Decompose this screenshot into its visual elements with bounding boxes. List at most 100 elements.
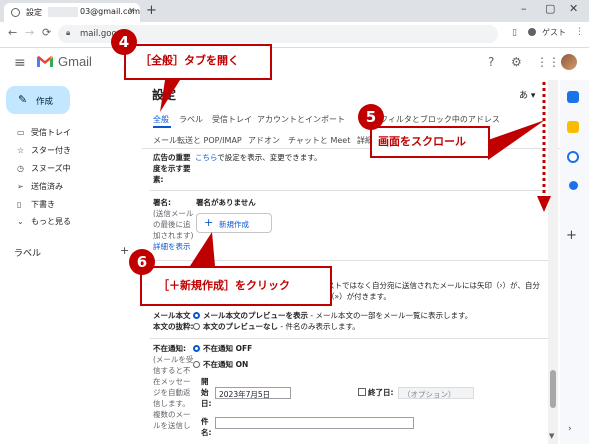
minimize-button[interactable]: –: [521, 2, 527, 15]
add-label-button[interactable]: +: [120, 244, 129, 257]
subject-input[interactable]: [215, 417, 414, 429]
snippet-off-option[interactable]: 本文のプレビューなし - 件名のみ表示します。: [193, 322, 360, 332]
nav-label: 送信済み: [31, 182, 63, 191]
start-date-label-3: 日:: [201, 399, 212, 408]
reload-button[interactable]: ⟳: [42, 26, 51, 39]
calendar-icon[interactable]: [567, 91, 579, 103]
kebab-menu-icon[interactable]: ⋮: [575, 27, 584, 37]
help-icon[interactable]: ?: [488, 55, 494, 69]
compose-button[interactable]: ✎ 作成: [6, 86, 70, 114]
nav-item-inbox[interactable]: ▭ 受信トレイ: [17, 127, 71, 138]
snippet-on-option[interactable]: メール本文のプレビューを表示 - メール本文の一部をメール一覧に表示します。: [193, 311, 472, 321]
vacation-desc-5: 信します。: [153, 399, 190, 408]
avatar[interactable]: [561, 54, 577, 70]
radio-selected-icon[interactable]: [193, 345, 200, 352]
tab-labels[interactable]: ラベル: [179, 114, 203, 125]
start-date-label-1: 開: [201, 377, 209, 386]
forward-button[interactable]: →: [25, 26, 34, 39]
vacation-desc-4: ジを自動返: [153, 388, 191, 397]
gmail-brand-text: Gmail: [58, 54, 92, 69]
scrollbar-thumb[interactable]: [550, 370, 556, 408]
importance-description: こちらで設定を表示、変更できます。: [195, 153, 322, 163]
labels-heading: ラベル: [14, 249, 42, 259]
send-icon: ➢: [17, 182, 24, 191]
vacation-desc-7: ルを送信し: [153, 421, 191, 430]
tab-chat-meet[interactable]: チャットと Meet: [288, 135, 350, 146]
compose-label: 作成: [36, 97, 54, 107]
start-date-input[interactable]: 2023年7月5日: [215, 387, 291, 399]
new-tab-button[interactable]: +: [146, 3, 157, 18]
close-window-button[interactable]: ✕: [569, 2, 578, 15]
tab-accounts[interactable]: アカウントとインポート: [257, 114, 345, 125]
get-addons-icon[interactable]: +: [566, 228, 577, 243]
step5-callout: 画面をスクロール: [370, 126, 490, 158]
contacts-icon[interactable]: [569, 181, 578, 190]
keep-icon[interactable]: [567, 121, 579, 133]
nav-item-more[interactable]: ⌄ もっと見る: [17, 216, 71, 227]
nav-label: もっと見る: [31, 217, 71, 226]
signature-details-link[interactable]: 詳細を表示: [153, 242, 191, 252]
signature-desc-2: の最後に追: [153, 220, 191, 229]
star-icon: ☆: [17, 146, 25, 155]
tab-inbox[interactable]: 受信トレイ: [212, 114, 252, 125]
step4-badge: 4: [111, 29, 137, 55]
input-tools-button[interactable]: あ ▾: [519, 88, 535, 101]
settings-gear-icon: [11, 8, 20, 17]
nav-label: 下書き: [31, 200, 55, 209]
radio-unselected-icon[interactable]: [193, 361, 200, 368]
end-date-input[interactable]: （オプション）: [398, 387, 474, 399]
end-date-placeholder: （オプション）: [403, 390, 456, 399]
vacation-on-option[interactable]: 不在通知 ON: [193, 360, 248, 370]
gmail-logo-icon: [37, 56, 53, 67]
browser-tab[interactable]: 設定 03@gmail.com ×: [4, 3, 140, 22]
vacation-on-label: 不在通知 ON: [203, 360, 249, 369]
tab-general[interactable]: 全般: [153, 114, 169, 125]
tab-filters[interactable]: フィルタとブロック中のアドレス: [380, 114, 500, 125]
new-signature-label: 新規作成: [219, 220, 249, 229]
side-panel-rail: [560, 80, 589, 444]
back-button[interactable]: ←: [8, 26, 17, 39]
guest-profile-label[interactable]: ゲスト: [542, 27, 566, 38]
tasks-icon[interactable]: [567, 151, 579, 163]
tab-title: 設定: [26, 8, 42, 17]
importance-label: 広告の重要: [153, 153, 191, 162]
radio-unselected-icon[interactable]: [193, 323, 200, 330]
subject-label-2: 名:: [201, 428, 212, 437]
checkbox-icon[interactable]: [358, 388, 366, 396]
indicators-text-2: （»）が付きます。: [327, 292, 391, 301]
main-menu-icon[interactable]: ≡: [14, 55, 26, 71]
snippets-label-top: メール本文: [153, 311, 191, 320]
nav-label: 受信トレイ: [31, 128, 71, 137]
importance-link[interactable]: こちら: [195, 153, 217, 162]
start-date-value: 2023年7月5日: [219, 390, 271, 399]
new-signature-button[interactable]: + 新規作成: [196, 213, 272, 233]
tab-forwarding[interactable]: メール転送と POP/IMAP: [153, 135, 242, 146]
nav-item-snoozed[interactable]: ◷ スヌーズ中: [17, 163, 71, 174]
subject-label-1: 件: [201, 417, 209, 426]
profile-icon[interactable]: [528, 28, 536, 36]
importance-label-line3: 素:: [153, 175, 164, 184]
tab-close-icon[interactable]: ×: [128, 6, 136, 16]
nav-item-drafts[interactable]: ▯ 下書き: [17, 199, 55, 210]
vacation-off-option[interactable]: 不在通知 OFF: [193, 344, 252, 354]
sidepanel-icon[interactable]: ▯: [512, 28, 517, 38]
scroll-down-arrow-icon[interactable]: ▼: [549, 432, 554, 440]
radio-selected-icon[interactable]: [193, 312, 200, 319]
vacation-desc-2: 信すると不: [153, 366, 191, 375]
step6-callout: ［＋新規作成］をクリック: [140, 266, 332, 306]
tab-title-redaction: [48, 7, 78, 17]
no-signature-text: 署名がありません: [196, 198, 256, 207]
maximize-button[interactable]: ▢: [545, 2, 555, 15]
step4-callout: ［全般］タブを開く: [124, 44, 272, 80]
snippet-on-label: メール本文のプレビューを表示: [203, 311, 308, 320]
end-date-option[interactable]: 終了日:: [358, 388, 394, 398]
expand-panel-icon[interactable]: ›: [568, 424, 572, 434]
nav-item-sent[interactable]: ➢ 送信済み: [17, 181, 63, 192]
tab-addons[interactable]: アドオン: [248, 135, 280, 146]
nav-item-starred[interactable]: ☆ スター付き: [17, 145, 71, 156]
signature-desc-1: (送信メール: [153, 209, 194, 218]
step6-badge: 6: [129, 249, 155, 275]
settings-gear-icon[interactable]: ⚙: [511, 55, 522, 69]
apps-grid-icon[interactable]: ⋮⋮: [536, 55, 560, 69]
active-tab-indicator: [153, 126, 171, 128]
